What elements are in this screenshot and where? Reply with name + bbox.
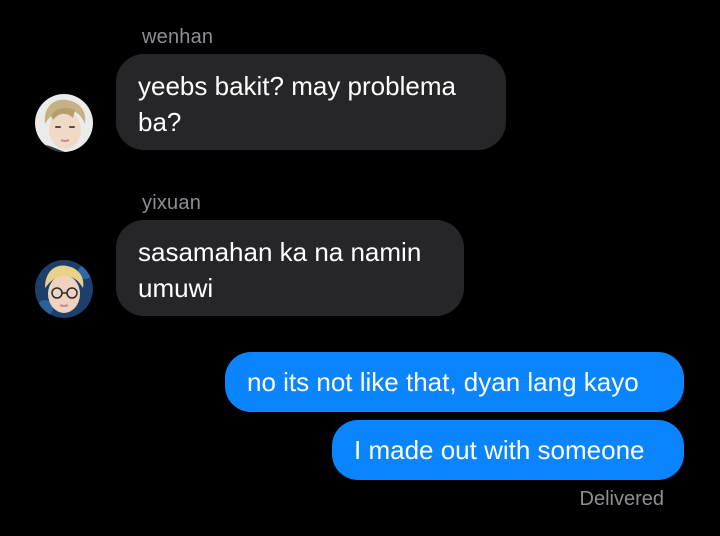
sender-name-wenhan: wenhan [142, 26, 214, 48]
avatar-photo-wenhan [35, 94, 93, 152]
avatar-photo-yixuan [35, 260, 93, 318]
message-bubble-outgoing[interactable]: no its not like that, dyan lang kayo [225, 352, 684, 412]
avatar-yixuan[interactable] [35, 260, 93, 318]
message-bubble-incoming[interactable]: yeebs bakit? may problema ba? [116, 54, 506, 150]
message-bubble-outgoing[interactable]: I made out with someone [332, 420, 684, 480]
message-bubble-incoming[interactable]: sasamahan ka na namin umuwi [116, 220, 464, 316]
sender-name-yixuan: yixuan [142, 192, 202, 214]
delivery-receipt: Delivered [579, 488, 664, 510]
avatar-wenhan[interactable] [35, 94, 93, 152]
